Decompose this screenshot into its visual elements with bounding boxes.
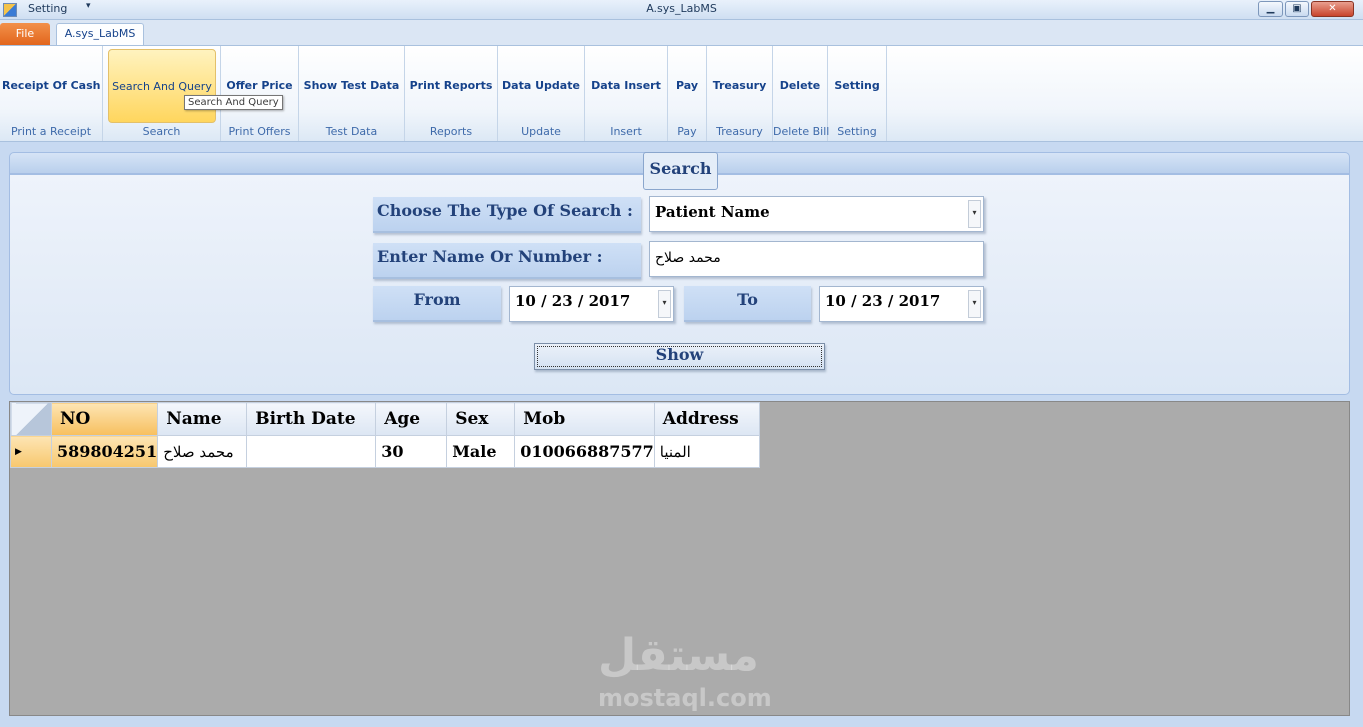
window-title: A.sys_LabMS [646,2,717,15]
search-type-select[interactable]: Patient Name ▾ [649,196,984,232]
column-header-address[interactable]: Address [653,402,760,436]
to-label: To [684,286,811,322]
offer-price-button[interactable]: Offer Price [223,49,296,123]
ribbon-group-label: Print Offers [228,125,291,138]
search-type-label: Choose The Type Of Search : [373,197,641,233]
ribbon: Receipt Of Cash Print a Receipt Search A… [0,45,1363,142]
column-header-no[interactable]: NO [50,402,159,436]
ribbon-group-label: Update [521,125,561,138]
cell-mob[interactable]: 010066887577 [514,435,655,468]
ribbon-tab-row: File A.sys_LabMS [0,20,1363,46]
from-date-picker[interactable]: 10 / 23 / 2017 ▾ [509,286,674,322]
cell-address[interactable]: المنيا [653,435,760,468]
ribbon-group-delete-bill: Delete Delete Bill [773,46,830,141]
chevron-down-icon[interactable]: ▾ [658,290,671,318]
data-insert-button[interactable]: Data Insert [587,49,665,123]
ribbon-group-label: Print a Receipt [10,125,92,138]
cell-sex[interactable]: Male [446,435,516,468]
ribbon-group-label: Setting [837,125,877,138]
setting-button[interactable]: Setting [830,49,884,123]
ribbon-group-label: Test Data [325,125,378,138]
table-header-row: NO Name Birth Date Age Sex Mob Address [10,402,760,436]
chevron-down-icon[interactable]: ▾ [968,290,981,318]
search-and-query-button[interactable]: Search And Query [108,49,216,123]
data-update-button[interactable]: Data Update [500,49,582,123]
ribbon-group-label: Reports [429,125,473,138]
ribbon-group-label: Insert [610,125,642,138]
receipt-of-cash-button[interactable]: Receipt Of Cash [2,49,100,123]
ribbon-group-test-data: Show Test Data Test Data [299,46,405,141]
print-reports-button[interactable]: Print Reports [407,49,495,123]
delete-button[interactable]: Delete [775,49,825,123]
ribbon-group-label: Treasury [716,125,763,138]
column-header-age[interactable]: Age [375,402,448,436]
pay-button[interactable]: Pay [670,49,704,123]
title-bar: Setting ▾ A.sys_LabMS ▁ ▣ ✕ [0,0,1363,20]
ribbon-group-print-offers: Offer Price Print Offers [221,46,299,141]
tab-main[interactable]: A.sys_LabMS [56,23,144,46]
tooltip: Search And Query [184,95,283,110]
cell-name[interactable]: محمد صلاح [157,435,248,468]
name-or-number-label: Enter Name Or Number : [373,243,641,279]
ribbon-group-print-receipt: Receipt Of Cash Print a Receipt [0,46,103,141]
watermark-arabic: مستقل [598,630,759,681]
close-button[interactable]: ✕ [1311,1,1354,17]
table-row[interactable]: ▶ 589804251 محمد صلاح 30 Male 0100668875… [10,435,760,468]
select-all-corner[interactable] [10,402,52,436]
column-header-sex[interactable]: Sex [446,402,516,436]
watermark-latin: mostaql.com [598,684,772,712]
results-table: NO Name Birth Date Age Sex Mob Address ▶… [10,402,760,468]
maximize-button[interactable]: ▣ [1285,1,1309,17]
ribbon-group-insert: Data Insert Insert [585,46,668,141]
ribbon-group-pay: Pay Pay [668,46,707,141]
ribbon-group-label: Pay [677,125,697,138]
show-test-data-button[interactable]: Show Test Data [301,49,402,123]
row-selector-icon[interactable]: ▶ [10,435,52,468]
cell-no[interactable]: 589804251 [50,435,159,468]
from-date-value: 10 / 23 / 2017 [515,292,631,310]
show-button[interactable]: Show [534,343,825,370]
ribbon-group-setting: Setting Setting [828,46,887,141]
column-header-name[interactable]: Name [157,402,248,436]
search-type-value: Patient Name [655,203,770,221]
column-header-birth-date[interactable]: Birth Date [246,402,377,436]
from-label: From [373,286,501,322]
name-or-number-input[interactable]: محمد صلاح [649,241,984,277]
ribbon-group-update: Data Update Update [498,46,585,141]
minimize-button[interactable]: ▁ [1258,1,1283,17]
ribbon-group-label: Delete Bill [773,125,830,138]
ribbon-group-treasury: Treasury Treasury [707,46,773,141]
column-header-mob[interactable]: Mob [514,402,655,436]
to-date-picker[interactable]: 10 / 23 / 2017 ▾ [819,286,984,322]
tab-file[interactable]: File [0,23,50,45]
ribbon-group-reports: Print Reports Reports [405,46,498,141]
search-panel-title: Search [643,152,718,190]
ribbon-group-label: Search [142,125,181,138]
ribbon-group-search: Search And Query Search [103,46,221,141]
treasury-button[interactable]: Treasury [709,49,770,123]
cell-birth-date[interactable] [246,435,377,468]
chevron-down-icon[interactable]: ▾ [968,200,981,228]
cell-age[interactable]: 30 [375,435,448,468]
to-date-value: 10 / 23 / 2017 [825,292,941,310]
